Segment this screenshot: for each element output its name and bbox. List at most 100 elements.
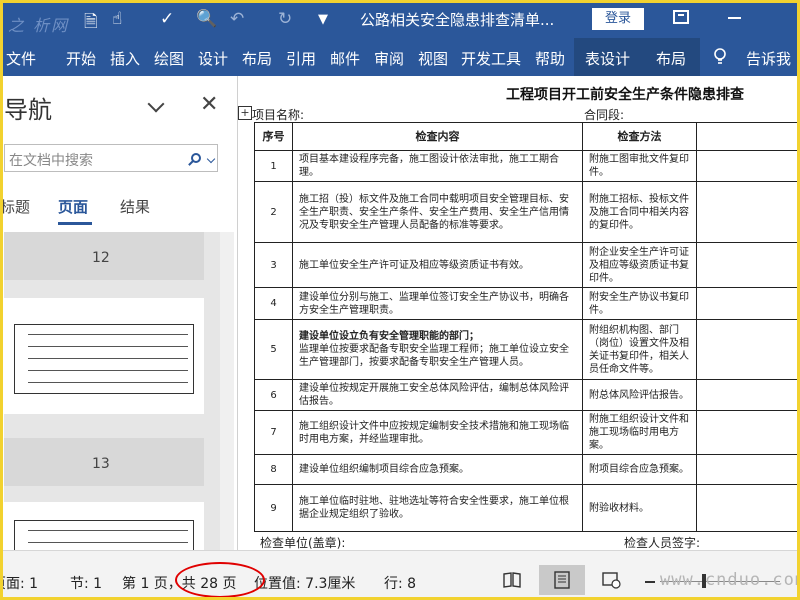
check-content[interactable]: 施工单位安全生产许可证及相应等级资质证书有效。	[292, 242, 583, 288]
table-row[interactable]: 8 建设单位组织编制项目综合应急预案。 附项目综合应急预案。	[254, 454, 800, 485]
check-method[interactable]: 附总体风险评估报告。	[582, 379, 697, 411]
check-content-bold: 建设单位设立负有安全管理职能的部门；	[299, 331, 479, 342]
check-content[interactable]: 项目基本建设程序完备，施工图设计依法审批，施工工期合理。	[292, 150, 583, 182]
tab-table-design[interactable]: 表设计	[585, 48, 630, 69]
table-row[interactable]: 1 项目基本建设程序完备，施工图设计依法审批，施工工期合理。 附施工图审批文件复…	[254, 150, 800, 182]
check-content[interactable]: 建设单位组织编制项目综合应急预案。	[292, 454, 583, 485]
thumbnail-page-12[interactable]: 12	[4, 232, 204, 280]
check-method[interactable]: 附企业安全生产许可证及相应等级资质证书复印件。	[582, 242, 697, 288]
touch-mode-icon[interactable]: ☝	[112, 9, 122, 29]
tab-layout[interactable]: 布局	[242, 48, 272, 69]
undo-icon[interactable]: ↶	[230, 9, 244, 29]
tell-me-box[interactable]: 告诉我	[746, 48, 791, 69]
check-method[interactable]: 附安全生产协议书复印件。	[582, 287, 697, 320]
column-header: 检查方法	[582, 122, 697, 151]
lightbulb-icon[interactable]	[713, 48, 727, 66]
thumbnail-preview[interactable]	[4, 298, 204, 414]
check-content-text: 项目基本建设程序完备，施工图设计依法审批，施工工期合理。	[299, 154, 559, 178]
read-mode-icon[interactable]	[501, 569, 523, 591]
page-thumbnails: 12 13	[4, 232, 234, 550]
thumbnail-preview[interactable]	[4, 502, 204, 550]
close-icon[interactable]: ✕	[200, 92, 218, 117]
table-cell[interactable]	[696, 484, 800, 532]
row-number: 3	[254, 242, 293, 288]
check-content[interactable]: 建设单位分别与施工、监理单位签订安全生产协议书，明确各方安全生产管理职责。	[292, 287, 583, 320]
redo-icon[interactable]: ↻	[278, 9, 292, 29]
document-heading: 工程项目开工前安全生产条件隐患排查	[506, 87, 744, 103]
check-content[interactable]: 建设单位按规定开展施工安全总体风险评估，编制总体风险评估报告。	[292, 379, 583, 411]
tab-review[interactable]: 审阅	[374, 48, 404, 69]
inspection-unit-label: 检查单位(盖章):	[260, 536, 346, 550]
check-content-text: 建设单位按规定开展施工安全总体风险评估，编制总体风险评估报告。	[299, 383, 569, 407]
table-cell[interactable]	[696, 287, 800, 320]
check-content-text: 施工单位临时驻地、驻地选址等符合安全性要求，施工单位根据企业规定组织了验收。	[299, 496, 569, 520]
check-method[interactable]: 附项目综合应急预案。	[582, 454, 697, 485]
check-content[interactable]: 施工单位临时驻地、驻地选址等符合安全性要求，施工单位根据企业规定组织了验收。	[292, 484, 583, 532]
table-row[interactable]: 6 建设单位按规定开展施工安全总体风险评估，编制总体风险评估报告。 附总体风险评…	[254, 379, 800, 411]
nav-search-input[interactable]: 在文档中搜索	[4, 144, 218, 172]
zoom-out-icon[interactable]	[645, 581, 655, 583]
tab-help[interactable]: 帮助	[535, 48, 565, 69]
tab-developer[interactable]: 开发工具	[461, 48, 521, 69]
tab-draw[interactable]: 绘图	[154, 48, 184, 69]
tab-results[interactable]: 结果	[120, 196, 150, 217]
table-move-handle-icon[interactable]: +	[238, 106, 252, 120]
table-row[interactable]: 7 施工组织设计文件中应按规定编制安全技术措施和施工现场临时用电方案，并经监理审…	[254, 410, 800, 455]
table-cell[interactable]	[696, 410, 800, 455]
table-cell[interactable]	[696, 379, 800, 411]
search-icon[interactable]	[191, 153, 201, 163]
status-position[interactable]: 位置值: 7.3厘米	[254, 573, 355, 593]
tab-file[interactable]: 文件	[6, 48, 36, 69]
check-content-text: 施工招（投）标文件及施工合同中载明项目安全管理目标、安全生产职责、安全生产条件、…	[299, 193, 569, 231]
status-section[interactable]: 节: 1	[70, 573, 102, 593]
tab-insert[interactable]: 插入	[110, 48, 140, 69]
table-cell[interactable]	[696, 150, 800, 182]
check-method[interactable]: 附施工招标、投标文件及施工合同中相关内容的复印件。	[582, 181, 697, 243]
table-row[interactable]: 3 施工单位安全生产许可证及相应等级资质证书有效。 附企业安全生产许可证及相应等…	[254, 242, 800, 288]
check-method[interactable]: 附验收材料。	[582, 484, 697, 532]
tab-references[interactable]: 引用	[286, 48, 316, 69]
status-page-section[interactable]: 页面: 1	[0, 573, 38, 593]
table-row[interactable]: 9 施工单位临时驻地、驻地选址等符合安全性要求，施工单位根据企业规定组织了验收。…	[254, 484, 800, 532]
table-cell[interactable]	[696, 242, 800, 288]
minimize-icon[interactable]	[728, 17, 741, 19]
nav-scrollbar[interactable]	[220, 232, 234, 550]
thumbnail-page-13[interactable]: 13	[4, 438, 204, 486]
row-number: 7	[254, 410, 293, 455]
tab-design[interactable]: 设计	[198, 48, 228, 69]
check-content[interactable]: 施工组织设计文件中应按规定编制安全技术措施和施工现场临时用电方案，并经监理审批。	[292, 410, 583, 455]
customize-toolbar-icon[interactable]: ▼	[318, 12, 328, 27]
table-row[interactable]: 4 建设单位分别与施工、监理单位签订安全生产协议书，明确各方安全生产管理职责。 …	[254, 287, 800, 320]
table-cell[interactable]	[696, 319, 800, 380]
ribbon-display-options-icon[interactable]	[673, 10, 689, 24]
check-method[interactable]: 附组织机构图、部门（岗位）设置文件及相关证书复印件，相关人员任命文件等。	[582, 319, 697, 380]
login-button[interactable]: 登录	[592, 8, 644, 30]
table-row[interactable]: 2 施工招（投）标文件及施工合同中载明项目安全管理目标、安全生产职责、安全生产条…	[254, 181, 800, 243]
chevron-down-icon[interactable]	[147, 95, 165, 113]
tab-table-layout[interactable]: 布局	[656, 48, 686, 69]
table-row[interactable]: 5 建设单位设立负有安全管理职能的部门； 监理单位按要求配备专职安全监理工程师；施…	[254, 319, 800, 380]
table-cell[interactable]	[696, 454, 800, 485]
spelling-check-icon[interactable]: ✓	[160, 9, 174, 29]
tab-headings[interactable]: 标题	[0, 196, 30, 217]
row-number: 9	[254, 484, 293, 532]
title-bar: 之 析网 🗎 ☝ ✓ 🔍 ↶ ↻ ▼ 公路相关安全隐患排查清单... 登录	[0, 0, 800, 38]
tab-mailings[interactable]: 邮件	[330, 48, 360, 69]
tab-view[interactable]: 视图	[418, 48, 448, 69]
check-content[interactable]: 施工招（投）标文件及施工合同中载明项目安全管理目标、安全生产职责、安全生产条件、…	[292, 181, 583, 243]
table-cell[interactable]	[696, 181, 800, 243]
print-preview-icon[interactable]: 🔍	[196, 9, 217, 29]
highlight-annotation	[175, 562, 265, 598]
web-layout-icon[interactable]	[600, 569, 622, 591]
tab-home[interactable]: 开始	[66, 48, 96, 69]
check-content[interactable]: 建设单位设立负有安全管理职能的部门； 监理单位按要求配备专职安全监理工程师；施工单…	[292, 319, 583, 380]
new-document-icon[interactable]: 🗎	[84, 9, 98, 38]
tab-pages[interactable]: 页面	[58, 196, 88, 217]
check-method[interactable]: 附施工图审批文件复印件。	[582, 150, 697, 182]
check-method[interactable]: 附施工组织设计文件和施工现场临时用电方案。	[582, 410, 697, 455]
print-layout-icon[interactable]	[551, 569, 573, 591]
search-options-chevron-icon[interactable]	[206, 154, 216, 164]
checklist-table: 序号 检查内容 检查方法 1 项目基本建设程序完备，施工图设计依法审批，施工工期…	[254, 122, 800, 532]
navigation-pane: 导航 ✕ 在文档中搜索 标题 页面 结果 12 13	[0, 76, 238, 550]
status-line[interactable]: 行: 8	[384, 573, 416, 593]
